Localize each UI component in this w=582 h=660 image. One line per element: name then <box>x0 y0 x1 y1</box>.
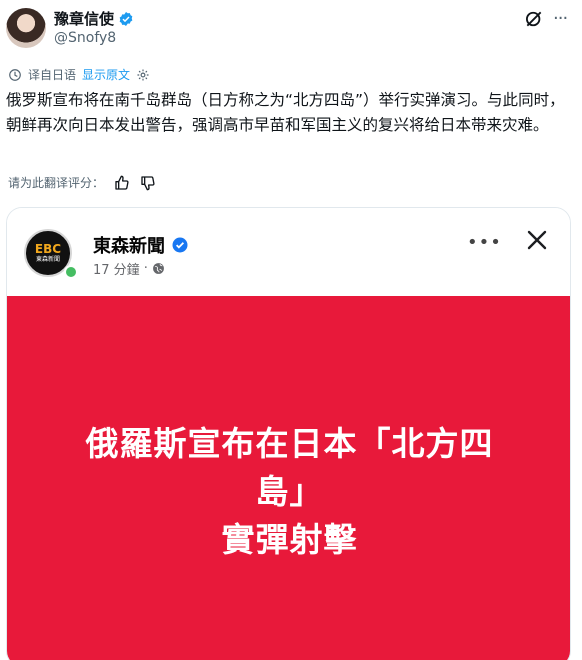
embedded-post-header: EBC 東森新聞 東森新聞 17 分鐘 · ••• <box>7 208 570 296</box>
globe-icon <box>152 263 164 274</box>
page-name-row: 東森新聞 <box>93 232 189 258</box>
embedded-post-card[interactable]: EBC 東森新聞 東森新聞 17 分鐘 · ••• 俄羅斯宣布在日本「北方四 島… <box>6 207 571 660</box>
news-banner[interactable]: 俄羅斯宣布在日本「北方四 島」 實彈射擊 <box>7 296 570 660</box>
display-name[interactable]: 豫章信使 <box>54 8 114 29</box>
gear-icon[interactable] <box>136 68 150 82</box>
banner-line-1: 俄羅斯宣布在日本「北方四 <box>85 424 494 463</box>
close-icon[interactable] <box>525 228 549 252</box>
post-time[interactable]: 17 分鐘 <box>93 259 140 278</box>
thumbs-down-icon[interactable] <box>140 175 156 191</box>
banner-line-3: 實彈射擊 <box>221 520 358 559</box>
more-options-icon[interactable]: ··· <box>553 10 568 28</box>
rate-translation-label: 请为此翻译评分： <box>8 176 105 190</box>
online-status-dot <box>64 265 78 279</box>
banner-line-2: 島」 <box>255 472 324 511</box>
tweet-header: 豫章信使 @Snofy8 ··· <box>0 0 582 62</box>
translation-info: 译自日语 显示原文 <box>8 66 150 83</box>
translated-from-label: 译自日语 <box>28 68 77 82</box>
more-options-icon[interactable]: ••• <box>467 232 502 253</box>
show-original-link[interactable]: 显示原文 <box>82 66 130 83</box>
ebc-logo-sub: 東森新聞 <box>35 255 60 263</box>
translate-icon <box>9 68 21 81</box>
tweet-text: 俄罗斯宣布将在南千岛群岛（日方称之为“北方四岛”）举行实弹演习。与此同时，朝鲜再… <box>6 91 565 134</box>
banner-headline: 俄羅斯宣布在日本「北方四 島」 實彈射擊 <box>7 420 570 564</box>
avatar[interactable] <box>6 8 46 48</box>
verified-badge-icon <box>119 11 133 26</box>
grok-icon[interactable] <box>524 9 544 29</box>
handle[interactable]: @Snofy8 <box>54 30 116 46</box>
verified-badge-icon <box>172 237 188 253</box>
ebc-logo: EBC <box>34 241 62 256</box>
page-name[interactable]: 東森新聞 <box>93 232 165 258</box>
post-meta: 17 分鐘 · <box>93 259 165 278</box>
meta-separator: · <box>143 261 148 276</box>
author-name-row: 豫章信使 <box>54 8 134 29</box>
thumbs-up-icon[interactable] <box>114 175 130 191</box>
rate-translation-row: 请为此翻译评分： <box>8 174 156 191</box>
